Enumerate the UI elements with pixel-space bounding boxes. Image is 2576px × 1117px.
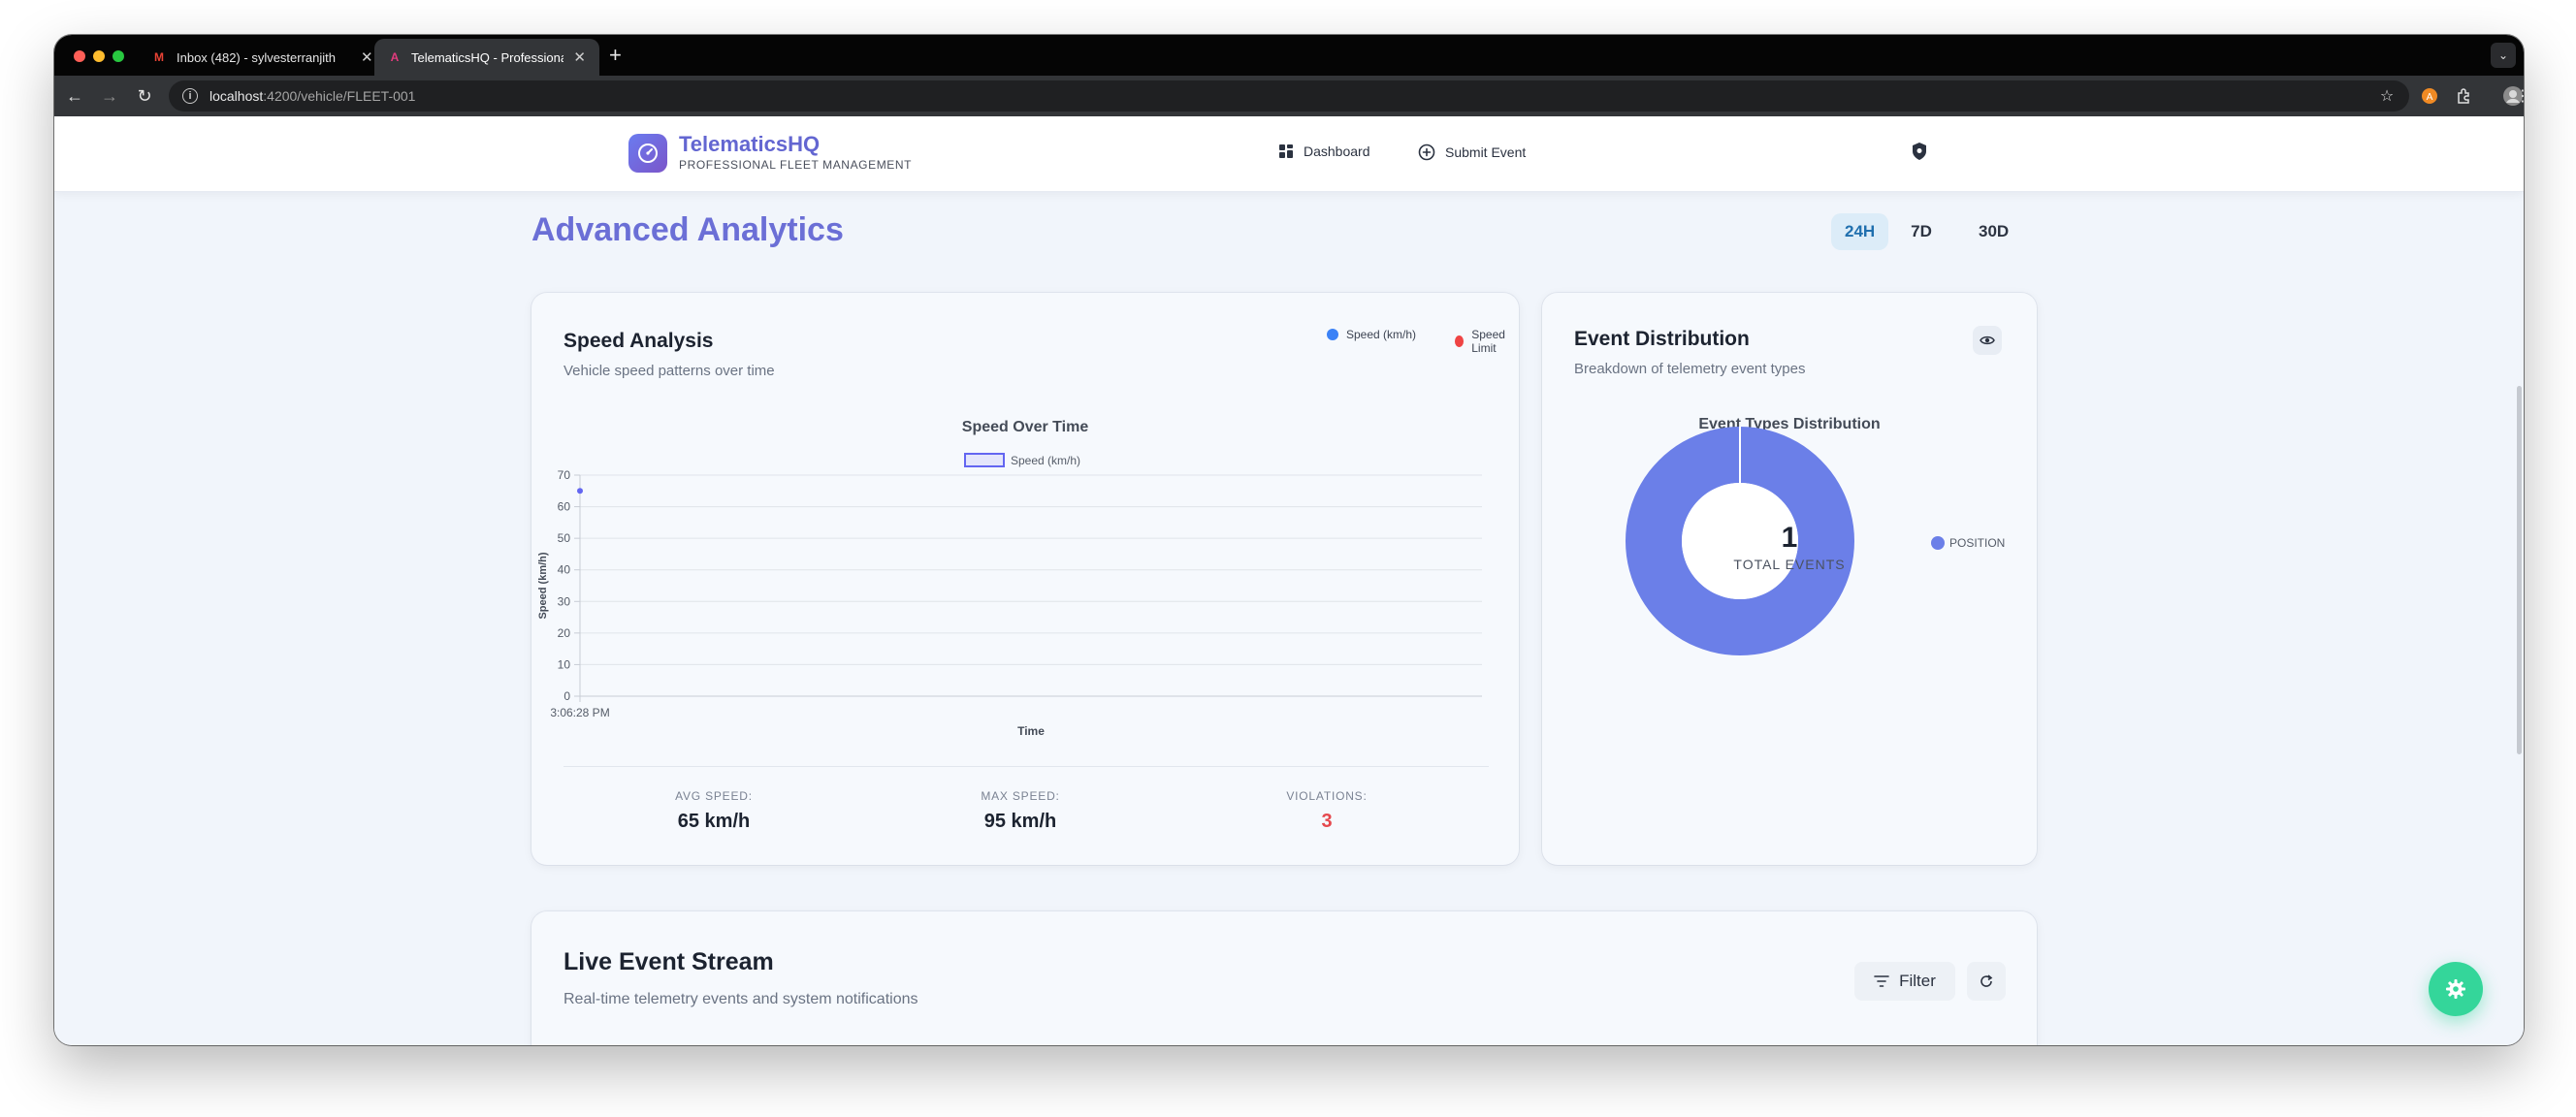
view-toggle-button[interactable] — [1973, 326, 2002, 355]
avg-speed-value: 65 km/h — [677, 811, 751, 832]
refresh-button[interactable] — [1967, 962, 2006, 1001]
browser-menu-icon[interactable]: ⋮ — [2512, 85, 2524, 107]
speed-line-chart: Speed Over Time Speed (km/h) 0 10 20 30 40 50 60… — [537, 419, 1482, 738]
filter-button[interactable]: Filter — [1854, 962, 1955, 1001]
tab-bar: M Inbox (482) - sylvesterranjith ✕ A Tel… — [54, 35, 2524, 76]
browser-toolbar: ← → ↻ i localhost:4200/vehicle/FLEET-001… — [54, 76, 2524, 116]
event-distribution-card: Event Distribution Breakdown of telemetr… — [1542, 293, 2037, 865]
legend-speed-limit: Speed Limit — [1455, 328, 1519, 355]
nav-submit-event-label: Submit Event — [1445, 144, 1527, 160]
refresh-icon — [1980, 974, 1993, 987]
legend-dot — [1455, 335, 1465, 347]
card-subtitle: Vehicle speed patterns over time — [564, 363, 775, 379]
page-content: TelematicsHQ PROFESSIONAL FLEET MANAGEME… — [54, 116, 2524, 1045]
y-tick-label: 40 — [558, 563, 571, 577]
gmail-icon: M — [154, 50, 164, 64]
address-bar[interactable]: i localhost:4200/vehicle/FLEET-001 — [169, 80, 2409, 112]
page-title: Advanced Analytics — [531, 211, 844, 248]
y-tick-label: 10 — [558, 657, 571, 671]
speedometer-logo-icon[interactable] — [628, 134, 667, 173]
new-tab-icon[interactable]: + — [609, 45, 622, 66]
y-tick-label: 70 — [558, 468, 571, 482]
y-tick-label: 20 — [558, 626, 571, 640]
maximize-window-icon[interactable] — [113, 50, 124, 62]
live-event-stream-card: Live Event Stream Real-time telemetry ev… — [531, 911, 2037, 1045]
shield-icon[interactable] — [1911, 142, 1928, 166]
url-text: localhost:4200/vehicle/FLEET-001 — [209, 88, 416, 104]
bookmark-star-icon[interactable]: ☆ — [2376, 85, 2398, 107]
tab-search-icon[interactable]: ⌄ — [2491, 43, 2516, 68]
gear-icon — [2446, 979, 2465, 999]
x-axis-label: Time — [1017, 724, 1045, 738]
violations-value: 3 — [1321, 811, 1333, 832]
y-axis-label: Speed (km/h) — [537, 552, 549, 619]
range-30d-button[interactable]: 30D — [1965, 213, 2022, 250]
card-subtitle: Real-time telemetry events and system no… — [564, 991, 918, 1007]
close-tab-icon[interactable]: ✕ — [361, 48, 373, 66]
legend-speed: Speed (km/h) — [1327, 328, 1416, 341]
max-speed-value: 95 km/h — [983, 811, 1057, 832]
y-tick-label: 60 — [558, 500, 571, 514]
legend-swatch-speed — [964, 453, 1005, 467]
close-tab-icon[interactable]: ✕ — [573, 48, 586, 66]
svg-text:A: A — [2427, 92, 2433, 103]
page-scrollbar[interactable] — [2517, 386, 2522, 754]
legend-label-speed: Speed (km/h) — [1011, 454, 1080, 467]
minimize-window-icon[interactable] — [93, 50, 105, 62]
extension-icon[interactable]: A — [2419, 85, 2440, 107]
legend-dot — [1327, 329, 1338, 340]
chart-title: Speed Over Time — [962, 419, 1089, 435]
settings-fab-button[interactable] — [2429, 962, 2483, 1016]
grid-icon — [1279, 144, 1293, 158]
card-title: Event Distribution — [1574, 328, 1750, 350]
back-icon[interactable]: ← — [64, 85, 85, 107]
tab-label: Inbox (482) - sylvesterranjith — [177, 49, 337, 65]
forward-icon[interactable]: → — [99, 85, 120, 107]
tab-label: TelematicsHQ - Professional F — [411, 49, 564, 65]
card-title: Live Event Stream — [564, 948, 774, 975]
reload-icon[interactable]: ↻ — [134, 85, 155, 107]
x-tick-label: 3:06:28 PM — [550, 706, 609, 719]
brand-name: TelematicsHQ — [679, 132, 821, 156]
range-7d-button[interactable]: 7D — [1897, 213, 1946, 250]
card-title: Speed Analysis — [564, 330, 714, 352]
card-subtitle: Breakdown of telemetry event types — [1574, 361, 1806, 377]
tab-telematics[interactable]: A TelematicsHQ - Professional F ✕ — [374, 39, 599, 76]
nav-submit-event[interactable]: Submit Event — [1418, 144, 1526, 161]
y-tick-label: 50 — [558, 531, 571, 545]
y-tick-label: 0 — [564, 689, 570, 703]
max-speed-label: MAX SPEED: — [981, 789, 1060, 803]
plus-circle-icon — [1418, 144, 1435, 161]
y-tick-label: 30 — [558, 594, 571, 608]
speed-analysis-card: Speed Analysis Vehicle speed patterns ov… — [531, 293, 1519, 865]
data-point — [577, 488, 583, 495]
stats-divider — [564, 766, 1489, 767]
eye-icon — [1980, 335, 1995, 345]
total-events-label: TOTAL EVENTS — [1733, 557, 1846, 572]
puzzle-extensions-icon[interactable] — [2454, 85, 2475, 107]
close-window-icon[interactable] — [74, 50, 85, 62]
brand-subtitle: PROFESSIONAL FLEET MANAGEMENT — [679, 158, 913, 172]
nav-dashboard[interactable]: Dashboard — [1278, 144, 1370, 159]
browser-window: M Inbox (482) - sylvesterranjith ✕ A Tel… — [54, 35, 2524, 1045]
angular-icon: A — [390, 50, 400, 64]
total-events-value: 1 — [1781, 522, 1798, 554]
violations-label: VIOLATIONS: — [1286, 789, 1368, 803]
nav-dashboard-label: Dashboard — [1304, 144, 1370, 159]
avg-speed-label: AVG SPEED: — [675, 789, 753, 803]
app-header: TelematicsHQ PROFESSIONAL FLEET MANAGEME… — [54, 116, 2524, 192]
filter-icon — [1874, 975, 1889, 987]
range-24h-button[interactable]: 24H — [1831, 213, 1889, 250]
site-info-icon[interactable]: i — [182, 88, 198, 104]
